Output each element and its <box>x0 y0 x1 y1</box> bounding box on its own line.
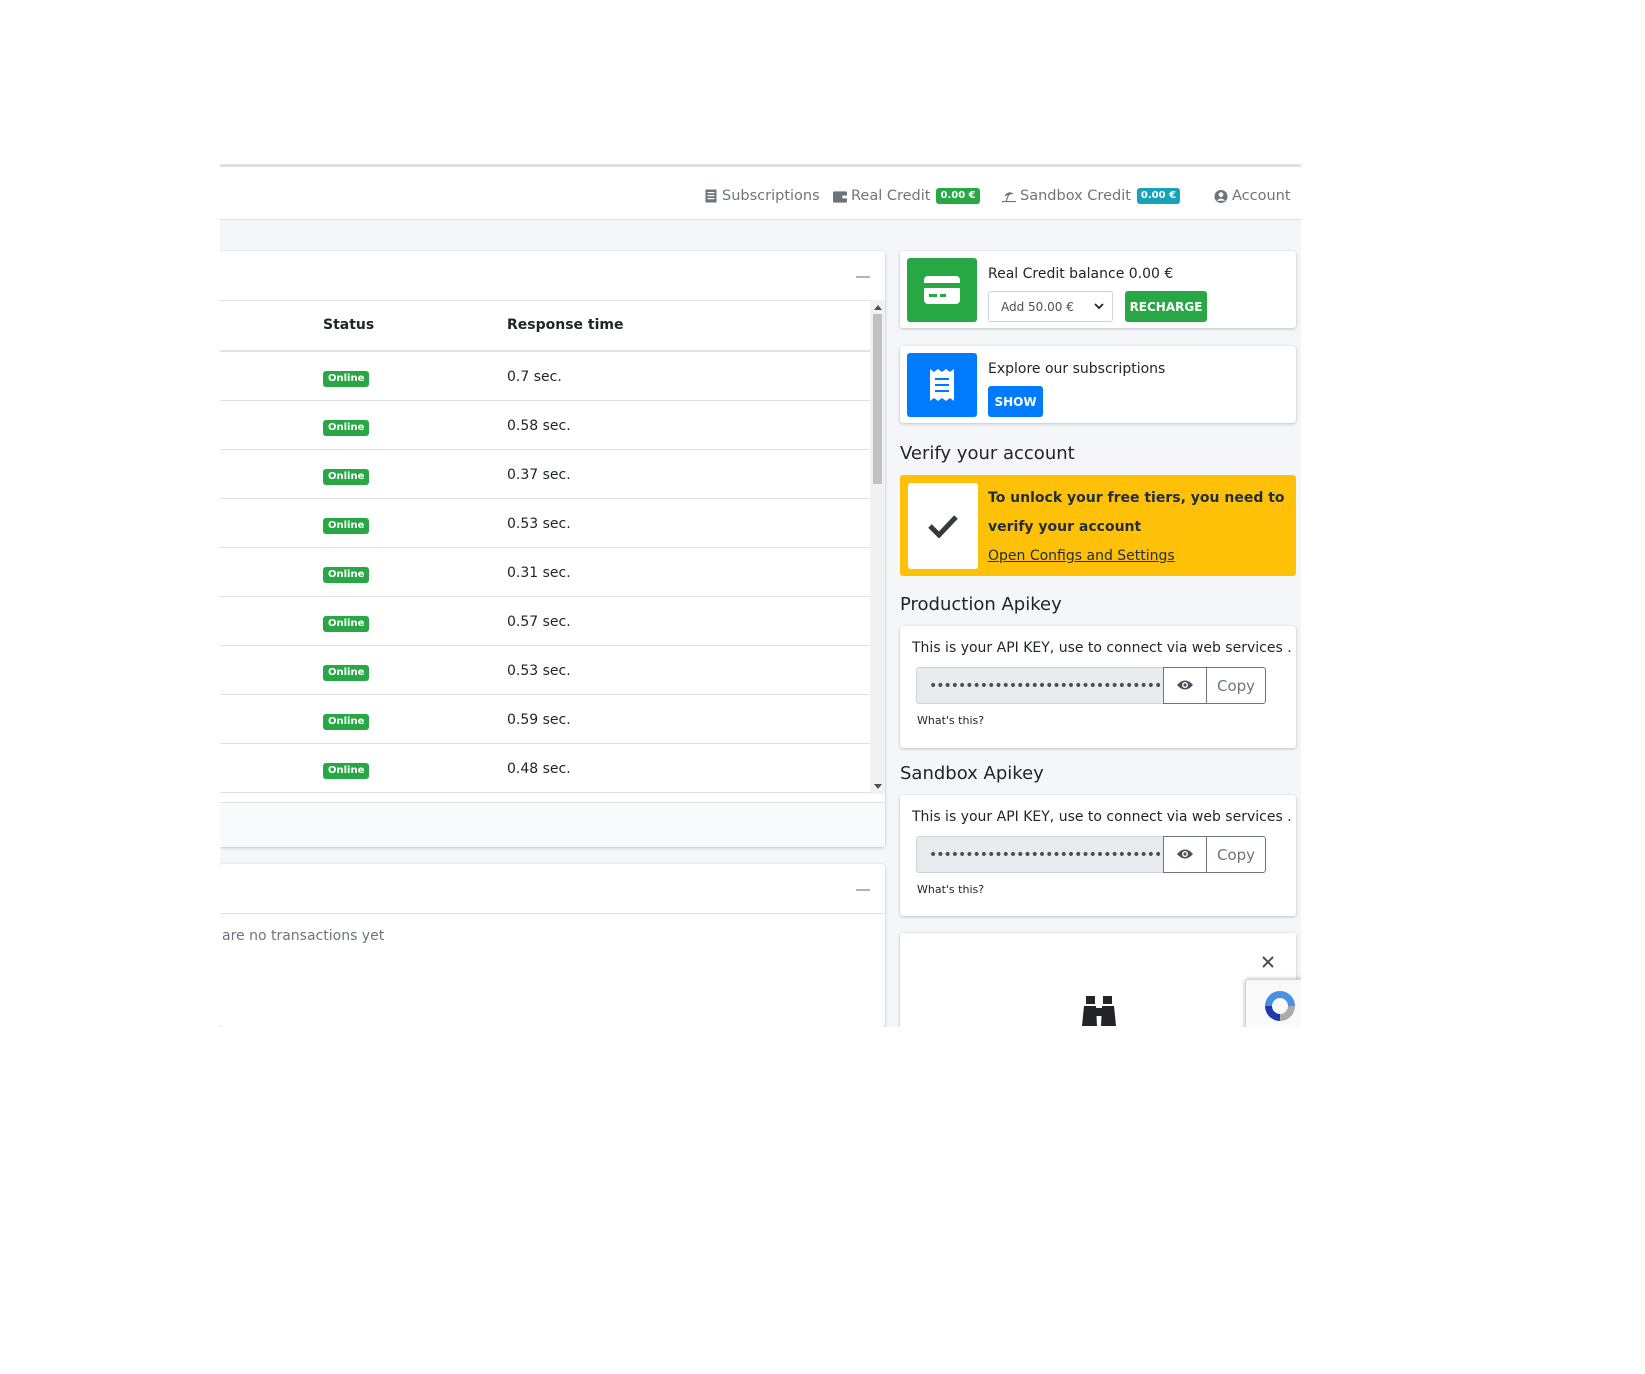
user-circle-icon <box>1214 189 1228 203</box>
table-row: Online 0.53 sec. <box>220 646 870 695</box>
status-badge: Online <box>323 714 370 730</box>
promo-card <box>900 933 1296 1027</box>
response-time-cell: 0.58 sec. <box>507 418 571 434</box>
real-credit-badge: 0.00 € <box>936 188 980 204</box>
table-row: Online 0.37 sec. <box>220 450 870 499</box>
recharge-button[interactable]: RECHARGE <box>1125 291 1207 322</box>
copy-sandbox-key-button[interactable]: Copy <box>1206 836 1266 873</box>
nav-account-label: Account <box>1232 188 1291 204</box>
table-scrollbar[interactable] <box>870 300 885 794</box>
check-icon <box>908 483 978 569</box>
status-badge: Online <box>323 665 370 681</box>
copy-production-key-button[interactable]: Copy <box>1206 667 1266 704</box>
column-header-response-time: Response time <box>507 317 624 333</box>
column-header-status: Status <box>323 317 375 333</box>
status-badge: Online <box>323 616 370 632</box>
eye-icon <box>1176 676 1194 695</box>
subscriptions-box: Explore our subscriptions SHOW <box>900 346 1296 423</box>
open-configs-link[interactable]: Open Configs and Settings <box>988 548 1175 564</box>
status-badge: Online <box>323 371 370 387</box>
wallet-icon <box>833 189 847 203</box>
real-credit-balance-text: Real Credit balance 0.00 € <box>988 266 1174 282</box>
response-time-cell: 0.48 sec. <box>507 761 571 777</box>
verify-callout: To unlock your free tiers, you need to v… <box>900 475 1296 576</box>
transactions-card: are no transactions yet <box>220 864 885 1027</box>
binoculars-icon <box>1082 996 1116 1027</box>
sandbox-whats-this-link[interactable]: What's this? <box>917 883 984 896</box>
collapse-status-button[interactable] <box>856 276 870 278</box>
table-row: Online 0.31 sec. <box>220 548 870 597</box>
response-time-cell: 0.53 sec. <box>507 663 571 679</box>
table-row: Online 0.58 sec. <box>220 401 870 450</box>
recharge-amount-value: Add 50.00 € <box>1001 299 1074 314</box>
production-apikey-title: Production Apikey <box>900 594 1062 615</box>
status-badge: Online <box>323 763 370 779</box>
nav-subscriptions[interactable]: Subscriptions <box>704 185 820 207</box>
toggle-production-key-button[interactable] <box>1163 667 1207 704</box>
response-time-cell: 0.59 sec. <box>507 712 571 728</box>
production-whats-this-link[interactable]: What's this? <box>917 714 984 727</box>
explore-subscriptions-text: Explore our subscriptions <box>988 361 1166 377</box>
verify-message-line1: To unlock your free tiers, you need to <box>988 490 1285 506</box>
table-row: Online 0.59 sec. <box>220 695 870 744</box>
table-row: Online 0.7 sec. <box>220 352 870 401</box>
scroll-thumb[interactable] <box>873 314 882 484</box>
recaptcha-icon <box>1262 988 1298 1027</box>
credit-card-icon <box>907 258 977 322</box>
nav-sandbox-credit-label: Sandbox Credit <box>1020 188 1131 204</box>
status-card: Status Response time Online 0.7 sec. Onlin… <box>220 251 885 847</box>
response-time-cell: 0.57 sec. <box>507 614 571 630</box>
receipt-icon <box>907 353 977 417</box>
sandbox-apikey-card: This is your API KEY, use to connect via… <box>900 795 1296 916</box>
verify-title: Verify your account <box>900 443 1075 464</box>
sandbox-apikey-description: This is your API KEY, use to connect via… <box>912 809 1292 825</box>
scroll-down-arrow[interactable] <box>874 784 882 789</box>
eye-icon <box>1176 845 1194 864</box>
response-time-cell: 0.31 sec. <box>507 565 571 581</box>
collapse-transactions-button[interactable] <box>856 889 870 891</box>
beach-umbrella-icon <box>1002 189 1016 203</box>
production-apikey-input[interactable]: •••••••••••••••••••••••••••••••• <box>916 667 1164 704</box>
app-viewport: Subscriptions Real Credit 0.00 € Sandbox… <box>220 164 1301 1027</box>
recaptcha-badge[interactable] <box>1245 979 1301 1027</box>
sandbox-apikey-input[interactable]: •••••••••••••••••••••••••••••••• <box>916 836 1164 873</box>
table-row: Online 0.53 sec. <box>220 499 870 548</box>
nav-sandbox-credit[interactable]: Sandbox Credit 0.00 € <box>1002 185 1181 207</box>
nav-subscriptions-label: Subscriptions <box>722 188 820 204</box>
toggle-sandbox-key-button[interactable] <box>1163 836 1207 873</box>
response-time-cell: 0.37 sec. <box>507 467 571 483</box>
status-badge: Online <box>323 469 370 485</box>
nav-real-credit[interactable]: Real Credit 0.00 € <box>833 185 980 207</box>
sandbox-apikey-title: Sandbox Apikey <box>900 763 1044 784</box>
real-credit-box: Real Credit balance 0.00 € Add 50.00 € R… <box>900 251 1296 328</box>
sandbox-credit-badge: 0.00 € <box>1136 188 1181 204</box>
nav-real-credit-label: Real Credit <box>851 188 931 204</box>
status-badge: Online <box>323 420 370 436</box>
table-row: Online 0.48 sec. <box>220 744 870 793</box>
table-row: Online 0.57 sec. <box>220 597 870 646</box>
recharge-amount-select[interactable]: Add 50.00 € <box>988 291 1113 322</box>
status-badge: Online <box>323 567 370 583</box>
top-navbar: Subscriptions Real Credit 0.00 € Sandbox… <box>220 164 1301 220</box>
nav-account[interactable]: Account <box>1214 185 1291 207</box>
status-badge: Online <box>323 518 370 534</box>
transactions-divider <box>220 913 885 914</box>
production-apikey-description: This is your API KEY, use to connect via… <box>912 640 1292 656</box>
show-subscriptions-button[interactable]: SHOW <box>988 386 1043 417</box>
close-icon[interactable] <box>1262 953 1274 972</box>
production-apikey-card: This is your API KEY, use to connect via… <box>900 626 1296 748</box>
receipt-icon <box>704 189 718 203</box>
status-card-footer <box>220 802 885 847</box>
verify-message-line2: verify your account <box>988 519 1142 535</box>
status-table: Status Response time Online 0.7 sec. Onlin… <box>220 300 870 794</box>
no-transactions-text: are no transactions yet <box>222 928 385 944</box>
scroll-up-arrow[interactable] <box>874 305 882 310</box>
response-time-cell: 0.7 sec. <box>507 369 562 385</box>
chevron-down-icon <box>1094 300 1104 314</box>
response-time-cell: 0.53 sec. <box>507 516 571 532</box>
